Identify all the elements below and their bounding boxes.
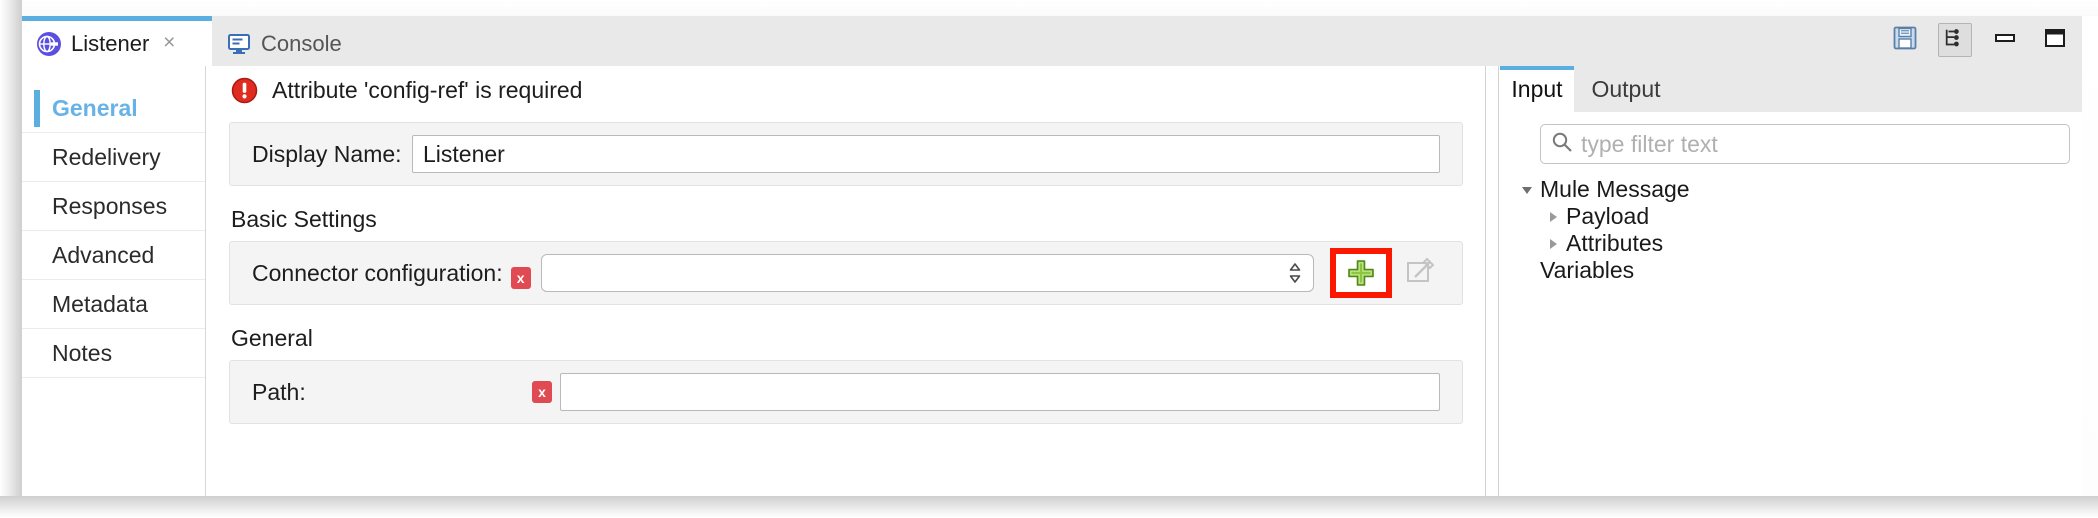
edit-pencil-icon: [1404, 255, 1436, 292]
tree-node-mule-message[interactable]: Mule Message: [1518, 176, 2078, 203]
validation-error-message: Attribute 'config-ref' is required: [272, 76, 583, 103]
section-list: General Redelivery Responses Advanced Me…: [22, 66, 206, 496]
general-heading: General: [231, 325, 313, 351]
basic-settings-group: Connector configuration: x: [229, 241, 1463, 305]
display-name-input[interactable]: [412, 135, 1440, 173]
tree-node-label: Payload: [1566, 203, 1650, 229]
tab-input[interactable]: Input: [1500, 66, 1574, 112]
plus-icon: [1347, 259, 1375, 287]
io-tab-strip: Input Output: [1500, 66, 2082, 112]
maximize-button[interactable]: [2038, 23, 2072, 57]
maximize-icon: [2042, 25, 2068, 56]
connector-configuration-select[interactable]: [540, 254, 1314, 292]
filter-input[interactable]: [1573, 129, 2059, 159]
display-name-group: Display Name:: [229, 122, 1463, 186]
tab-output[interactable]: Output: [1574, 66, 1678, 112]
properties-form: Attribute 'config-ref' is required Displ…: [207, 66, 1485, 496]
io-panel: Input Output type filter text Mule Messa…: [1500, 66, 2082, 496]
window-top-edge: [0, 0, 2098, 16]
connector-configuration-label: Connector configuration:: [252, 259, 503, 286]
sidebar-item-label: Advanced: [52, 241, 155, 268]
connector-configuration-row: Connector configuration: x: [230, 242, 1462, 304]
sidebar-item-general[interactable]: General: [22, 84, 205, 133]
connector-configuration-error-badge: x: [510, 267, 531, 289]
tree-hierarchy-button[interactable]: [1938, 23, 1972, 57]
console-monitor-icon: [226, 31, 252, 57]
error-circle-icon: [231, 77, 258, 104]
tab-listener-label: Listener: [71, 30, 150, 56]
sidebar-item-metadata[interactable]: Metadata: [22, 280, 205, 329]
metadata-tree: Mule Message Payload Attributes Variable…: [1518, 176, 2078, 284]
tree-node-label: Attributes: [1566, 230, 1664, 256]
application-window: Listener × Console General Redelivery Re…: [0, 0, 2098, 518]
path-input[interactable]: [560, 373, 1440, 411]
stepper-arrows-icon: [1287, 261, 1303, 285]
chevron-down-icon[interactable]: [1518, 181, 1536, 199]
sidebar-item-label: Redelivery: [52, 143, 161, 170]
chevron-right-icon[interactable]: [1544, 235, 1562, 253]
sidebar-item-responses[interactable]: Responses: [22, 182, 205, 231]
tab-listener[interactable]: Listener ×: [22, 21, 212, 66]
filter-box[interactable]: [1540, 124, 2070, 164]
window-bottom-edge: [0, 496, 2098, 518]
window-left-edge: [0, 0, 22, 518]
tab-console-label: Console: [261, 30, 342, 56]
search-icon: [1551, 131, 1573, 158]
http-listener-icon: [36, 31, 62, 57]
save-button[interactable]: [1888, 23, 1922, 57]
close-icon[interactable]: ×: [159, 32, 179, 54]
tab-input-label: Input: [1511, 75, 1563, 102]
path-error-badge: x: [532, 381, 552, 403]
validation-error-banner: Attribute 'config-ref' is required: [207, 66, 1485, 114]
path-row: Path: x: [230, 361, 1462, 423]
panel-splitter[interactable]: [1485, 66, 1499, 496]
editor-body: General Redelivery Responses Advanced Me…: [22, 66, 2082, 496]
sidebar-item-label: Responses: [52, 192, 168, 219]
minimize-button[interactable]: [1988, 23, 2022, 57]
minimize-icon: [1992, 25, 2018, 56]
sidebar-item-redelivery[interactable]: Redelivery: [22, 133, 205, 182]
tree-node-variables[interactable]: Variables: [1518, 257, 2078, 284]
tree-node-attributes[interactable]: Attributes: [1518, 230, 2078, 257]
path-label: Path:: [252, 378, 306, 405]
sidebar-item-label: Metadata: [52, 290, 148, 317]
view-toolbar: [1888, 22, 2072, 58]
save-floppy-icon: [1892, 25, 1918, 56]
tree-node-label: Mule Message: [1540, 176, 1690, 202]
add-connector-configuration-button[interactable]: [1330, 248, 1392, 298]
sidebar-item-notes[interactable]: Notes: [22, 329, 205, 378]
tree-hierarchy-icon: [1943, 26, 1967, 55]
basic-settings-heading: Basic Settings: [231, 206, 377, 232]
tab-output-label: Output: [1591, 75, 1661, 102]
sidebar-item-label: General: [52, 94, 138, 121]
edit-connector-configuration-button[interactable]: [1400, 253, 1440, 293]
general-group: Path: x: [229, 360, 1463, 424]
chevron-right-icon[interactable]: [1544, 208, 1562, 226]
tree-node-payload[interactable]: Payload: [1518, 203, 2078, 230]
display-name-row: Display Name:: [230, 123, 1462, 185]
display-name-label: Display Name:: [252, 140, 402, 167]
tab-console[interactable]: Console: [212, 21, 412, 66]
tree-node-label: Variables: [1540, 257, 1635, 283]
sidebar-item-advanced[interactable]: Advanced: [22, 231, 205, 280]
sidebar-item-label: Notes: [52, 339, 113, 366]
